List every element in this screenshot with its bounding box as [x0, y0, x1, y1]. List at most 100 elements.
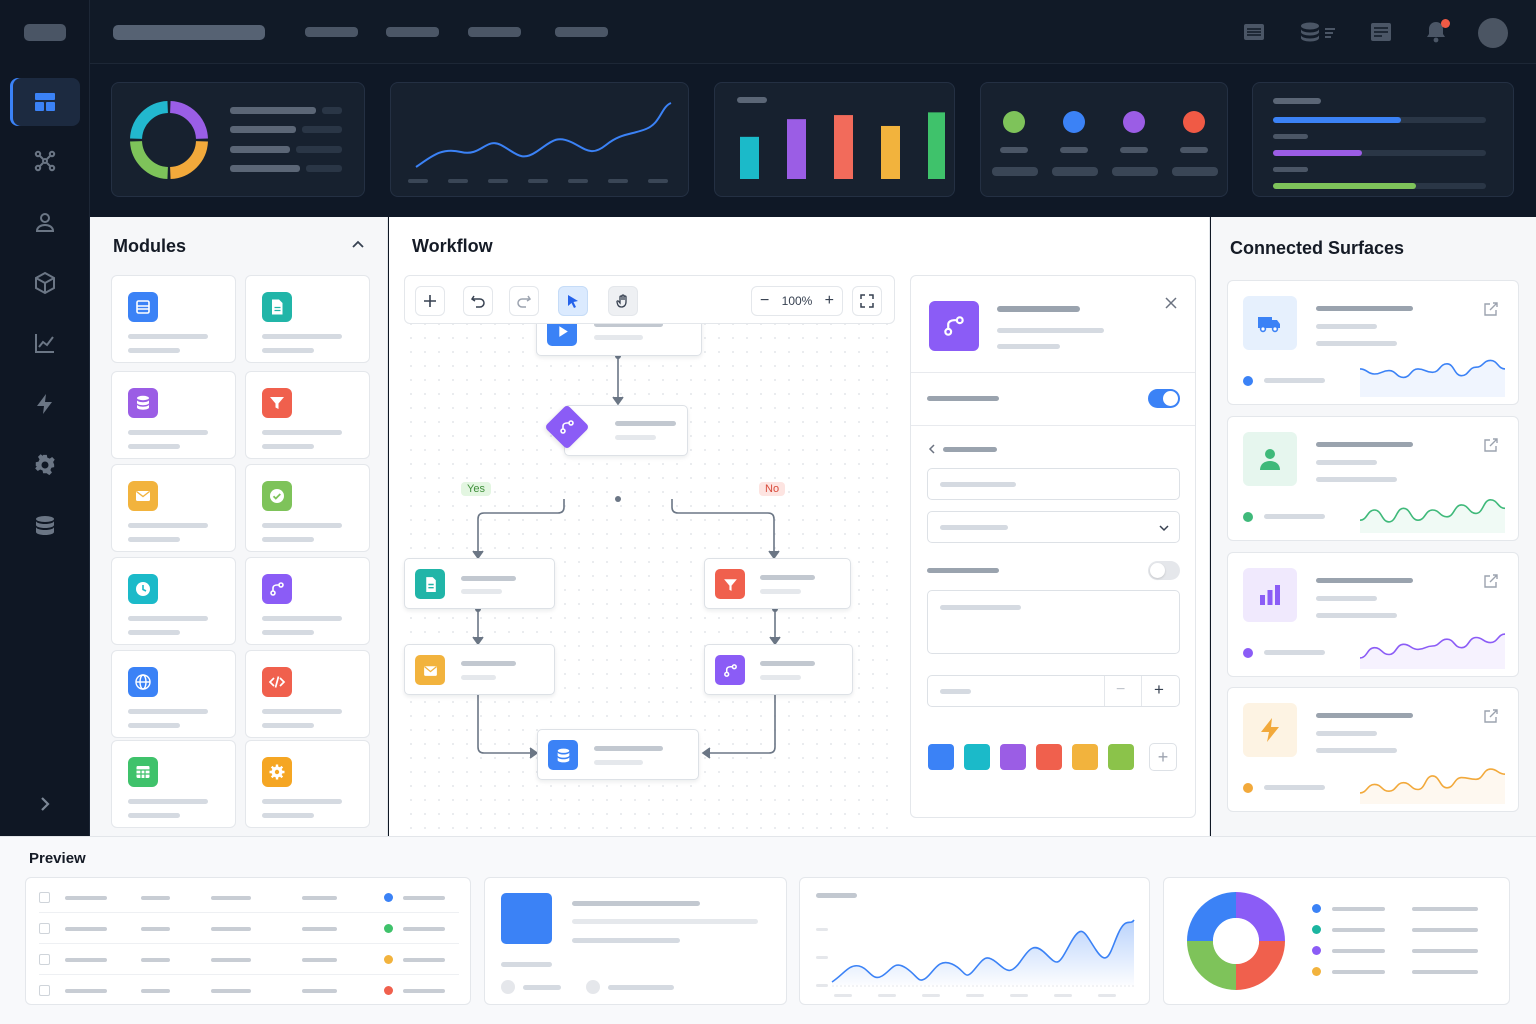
summary-card-donut[interactable] [111, 82, 365, 197]
module-card[interactable] [111, 371, 236, 459]
external-link-icon[interactable] [1483, 301, 1499, 317]
select-dropdown[interactable] [927, 511, 1180, 543]
summary-card-status[interactable] [980, 82, 1228, 197]
sidebar-item-workflows[interactable] [10, 137, 80, 185]
sidebar-item-users[interactable] [10, 198, 80, 246]
top-menu-item[interactable] [468, 27, 521, 37]
surface-card[interactable] [1227, 416, 1519, 541]
sidebar-item-dashboard[interactable] [10, 78, 80, 126]
color-swatch[interactable] [1072, 744, 1098, 770]
workflow-node-filter[interactable] [704, 558, 851, 609]
toggle-switch-off[interactable] [1148, 561, 1180, 580]
color-swatch[interactable] [928, 744, 954, 770]
module-card[interactable] [111, 275, 236, 363]
donut-segment [130, 101, 169, 140]
top-menu-item[interactable] [555, 27, 608, 37]
workflow-node-branch[interactable] [704, 644, 853, 695]
workflow-canvas[interactable]: Yes No [404, 275, 896, 836]
chevron-up-icon[interactable] [350, 237, 366, 253]
row-checkbox[interactable] [39, 892, 50, 903]
summary-card-bars[interactable] [714, 82, 955, 197]
summary-card-progress[interactable] [1252, 82, 1514, 197]
filter-icon [715, 569, 745, 599]
add-node-button[interactable] [415, 286, 445, 316]
top-menu-item[interactable] [305, 27, 358, 37]
status-dot [1183, 111, 1205, 133]
color-swatch[interactable] [1000, 744, 1026, 770]
status-value [992, 167, 1038, 176]
row-checkbox[interactable] [39, 985, 50, 996]
fullscreen-icon [860, 294, 874, 308]
external-link-icon[interactable] [1483, 573, 1499, 589]
color-swatch[interactable] [1036, 744, 1062, 770]
cell [141, 989, 170, 993]
list-icon[interactable] [1242, 20, 1266, 44]
zoom-out-button[interactable]: − [760, 292, 769, 310]
cell [141, 927, 170, 931]
close-icon[interactable] [1164, 296, 1178, 310]
workflow-node-email[interactable] [404, 644, 555, 695]
preview-donut-card[interactable] [1163, 877, 1510, 1005]
truck-icon [1243, 296, 1297, 350]
module-sublabel [262, 630, 314, 635]
summary-card-line[interactable] [390, 82, 689, 197]
undo-button[interactable] [463, 286, 493, 316]
decrement-button[interactable]: − [1116, 681, 1125, 699]
chevron-left-icon[interactable] [927, 443, 937, 455]
sidebar-item-automations[interactable] [10, 380, 80, 428]
sidebar-item-database[interactable] [10, 502, 80, 550]
external-link-icon[interactable] [1483, 708, 1499, 724]
surface-card[interactable] [1227, 280, 1519, 405]
add-swatch-button[interactable]: + [1149, 743, 1177, 771]
increment-button[interactable]: + [1154, 680, 1164, 700]
surface-card[interactable] [1227, 687, 1519, 812]
workflow-node-database[interactable] [537, 729, 699, 780]
module-card[interactable] [245, 650, 370, 738]
module-card[interactable] [245, 371, 370, 459]
sidebar-item-analytics[interactable] [10, 319, 80, 367]
status-value [1172, 167, 1218, 176]
preview-media-card[interactable] [484, 877, 787, 1005]
module-label [128, 523, 208, 528]
surface-meta [1316, 748, 1397, 753]
avatar[interactable] [1478, 18, 1508, 48]
sidebar-item-settings[interactable] [10, 441, 80, 489]
select-tool-button[interactable] [558, 286, 588, 316]
module-card[interactable] [111, 740, 236, 828]
toggle-switch-on[interactable] [1148, 389, 1180, 408]
preview-table-card[interactable] [25, 877, 471, 1005]
sidebar-item-packages[interactable] [10, 259, 80, 307]
top-menu-item[interactable] [386, 27, 439, 37]
color-swatch[interactable] [1108, 744, 1134, 770]
module-card[interactable] [111, 650, 236, 738]
fullscreen-button[interactable] [852, 286, 882, 316]
text-input[interactable] [927, 468, 1180, 500]
redo-button[interactable] [509, 286, 539, 316]
inbox-icon[interactable] [1369, 20, 1393, 44]
external-link-icon[interactable] [1483, 437, 1499, 453]
line-chart [408, 102, 672, 183]
surface-card[interactable] [1227, 552, 1519, 677]
textarea-field[interactable] [927, 590, 1180, 654]
module-card[interactable] [111, 464, 236, 552]
module-sublabel [128, 537, 180, 542]
module-card[interactable] [245, 740, 370, 828]
document-icon [262, 292, 292, 322]
pan-tool-button[interactable] [608, 286, 638, 316]
progress-bar [1273, 183, 1416, 189]
chevron-right-icon[interactable] [33, 792, 57, 816]
module-card[interactable] [245, 275, 370, 363]
module-card[interactable] [245, 464, 370, 552]
module-card[interactable] [245, 557, 370, 645]
preview-chart-card[interactable] [799, 877, 1150, 1005]
module-label [128, 430, 208, 435]
color-swatch[interactable] [964, 744, 990, 770]
number-stepper[interactable]: − + [927, 675, 1180, 707]
module-card[interactable] [111, 557, 236, 645]
workflow-node-document[interactable] [404, 558, 555, 609]
row-checkbox[interactable] [39, 923, 50, 934]
bar-chart [740, 112, 945, 179]
row-checkbox[interactable] [39, 954, 50, 965]
database-filter-icon[interactable] [1299, 20, 1337, 44]
zoom-in-button[interactable]: + [825, 292, 834, 310]
